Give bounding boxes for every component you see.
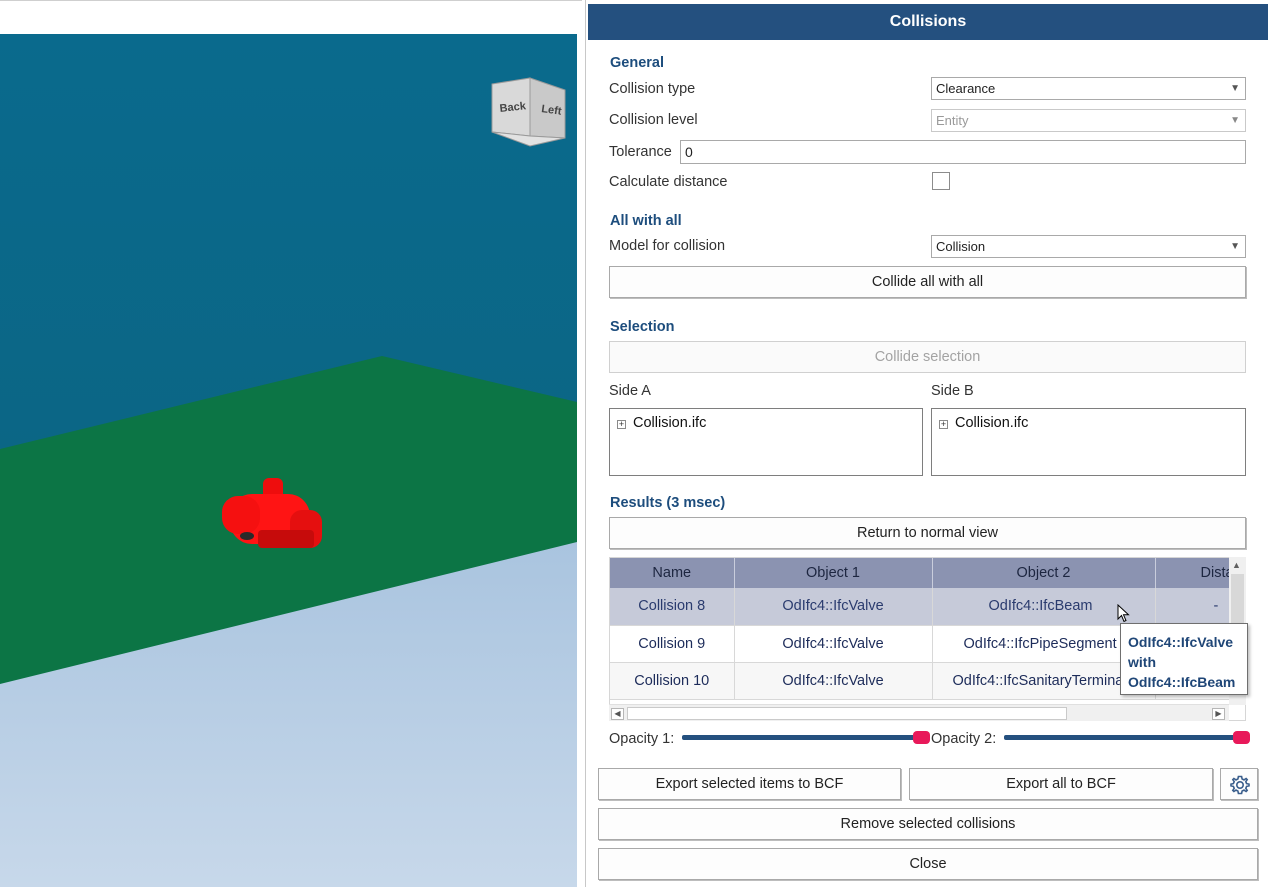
collision-level-label: Collision level — [609, 112, 698, 128]
column-header-object1[interactable]: Object 1 — [734, 558, 933, 588]
general-section-title: General — [610, 55, 664, 71]
mouse-cursor-icon — [1117, 604, 1130, 623]
side-b-label: Side B — [931, 383, 974, 399]
tooltip-line: OdIfc4::IfcValve — [1128, 634, 1234, 650]
results-section-title: Results (3 msec) — [610, 495, 726, 511]
collision-type-label: Collision type — [609, 81, 696, 97]
expand-plus-icon[interactable]: + — [939, 420, 948, 429]
all-with-all-section-title: All with all — [610, 213, 682, 229]
export-selected-bcf-button[interactable]: Export selected items to BCF — [598, 768, 901, 800]
results-horizontal-scrollbar[interactable]: ◀ ▶ — [609, 704, 1229, 721]
collision-level-value: Entity — [936, 113, 969, 128]
scrollbar-thumb[interactable] — [627, 707, 1067, 720]
selection-section-title: Selection — [610, 319, 675, 335]
scene-canvas[interactable]: Back Left — [0, 34, 577, 887]
cell-name: Collision 9 — [610, 625, 735, 663]
collide-all-button[interactable]: Collide all with all — [609, 266, 1246, 298]
remove-selected-collisions-button[interactable]: Remove selected collisions — [598, 808, 1258, 840]
scroll-left-icon[interactable]: ◀ — [611, 708, 624, 720]
scroll-up-icon[interactable]: ▲ — [1232, 560, 1241, 570]
chevron-down-icon: ▼ — [1230, 241, 1240, 252]
gear-icon — [1230, 775, 1250, 795]
side-b-tree-item[interactable]: Collision.ifc — [955, 415, 1028, 431]
panel-title: Collisions — [588, 4, 1268, 40]
opacity-1-slider-track[interactable] — [682, 735, 922, 740]
collision-type-select[interactable]: Clearance ▼ — [931, 77, 1246, 100]
side-a-tree[interactable]: + Collision.ifc — [609, 408, 923, 476]
cell-name: Collision 10 — [610, 662, 735, 700]
calculate-distance-label: Calculate distance — [609, 174, 728, 190]
settings-button[interactable] — [1220, 768, 1258, 800]
cell-name: Collision 8 — [610, 588, 735, 626]
column-header-name[interactable]: Name — [610, 558, 735, 588]
model-for-collision-label: Model for collision — [609, 238, 726, 254]
collision-type-value: Clearance — [936, 81, 996, 96]
opacity-1-label: Opacity 1: — [609, 731, 675, 747]
opacity-2-slider-track[interactable] — [1004, 735, 1246, 740]
model-for-collision-select[interactable]: Collision ▼ — [931, 235, 1246, 258]
side-a-tree-item[interactable]: Collision.ifc — [633, 415, 706, 431]
cell-object1: OdIfc4::IfcValve — [734, 625, 933, 663]
export-all-bcf-button[interactable]: Export all to BCF — [909, 768, 1213, 800]
model-for-collision-value: Collision — [936, 239, 986, 254]
close-button[interactable]: Close — [598, 848, 1258, 880]
scroll-right-icon[interactable]: ▶ — [1212, 708, 1225, 720]
return-normal-view-button[interactable]: Return to normal view — [609, 517, 1246, 549]
expand-plus-icon[interactable]: + — [617, 420, 626, 429]
collision-level-select[interactable]: Entity ▼ — [931, 109, 1246, 132]
tooltip-line: OdIfc4::IfcBeam — [1128, 674, 1236, 690]
chevron-down-icon: ▼ — [1230, 115, 1240, 126]
column-header-object2[interactable]: Object 2 — [932, 558, 1156, 588]
collide-selection-button[interactable]: Collide selection — [609, 341, 1246, 373]
cell-object1: OdIfc4::IfcValve — [734, 588, 933, 626]
row-tooltip: OdIfc4::IfcValve with OdIfc4::IfcBeam — [1120, 623, 1248, 695]
tooltip-line: with — [1128, 654, 1156, 670]
tolerance-input[interactable]: 0 — [680, 140, 1246, 164]
calculate-distance-checkbox[interactable] — [932, 172, 950, 190]
side-a-label: Side A — [609, 383, 651, 399]
tolerance-label: Tolerance — [609, 144, 672, 160]
opacity-2-slider-thumb[interactable] — [1233, 731, 1250, 744]
3d-viewport[interactable]: Back Left — [0, 34, 577, 887]
cell-object1: OdIfc4::IfcValve — [734, 662, 933, 700]
viewport-toolbar-area — [0, 0, 582, 34]
view-cube[interactable]: Back Left — [491, 77, 566, 147]
opacity-1-slider-thumb[interactable] — [913, 731, 930, 744]
opacity-2-label: Opacity 2: — [931, 731, 997, 747]
table-header-row: Name Object 1 Object 2 Distance — [610, 558, 1245, 588]
side-b-tree[interactable]: + Collision.ifc — [931, 408, 1246, 476]
chevron-down-icon: ▼ — [1230, 83, 1240, 94]
table-row[interactable]: Collision 8 OdIfc4::IfcValve OdIfc4::Ifc… — [610, 588, 1245, 626]
